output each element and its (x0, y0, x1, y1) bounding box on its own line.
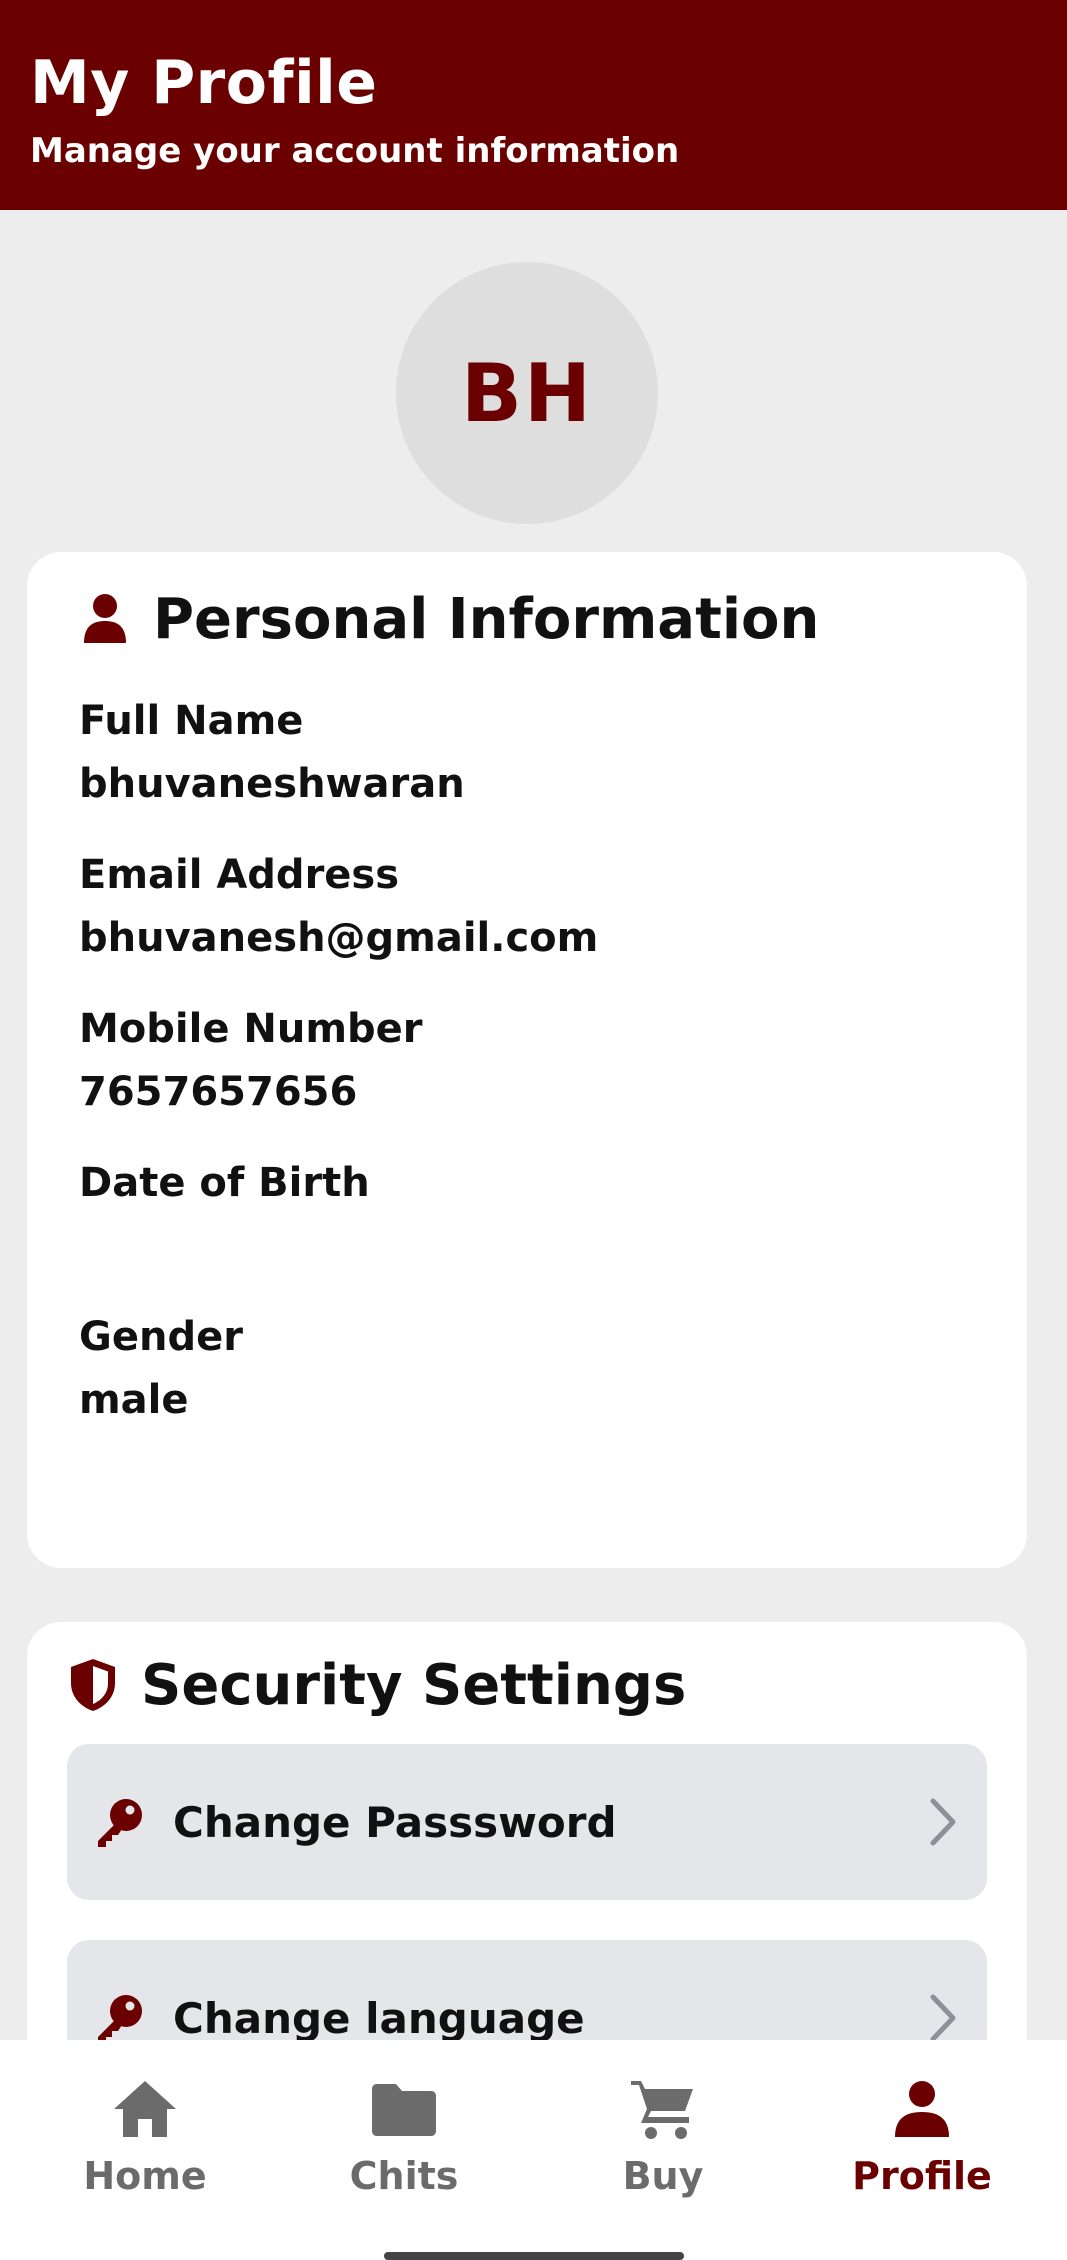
field-value: bhuvanesh@gmail.com (79, 915, 599, 961)
page-title: My Profile (30, 48, 378, 118)
nav-label-profile: Profile (852, 2154, 992, 2198)
field-value: bhuvaneshwaran (79, 761, 465, 807)
home-icon (110, 2074, 180, 2144)
person-icon (887, 2074, 957, 2144)
security-settings-header: Security Settings (67, 1646, 987, 1724)
nav-label-chits: Chits (349, 2154, 459, 2198)
field-label: Date of Birth (79, 1160, 370, 1206)
change-password-label: Change Passsword (173, 1797, 617, 1847)
field-value: male (79, 1377, 189, 1423)
field-email: Email Address bhuvanesh@gmail.com (79, 848, 975, 966)
field-gender: Gender male (79, 1310, 975, 1428)
section-title-personal: Personal Information (153, 586, 820, 652)
change-password-button[interactable]: Change Passsword (67, 1744, 987, 1900)
nav-item-home[interactable]: Home (20, 2074, 270, 2260)
field-value (79, 1218, 975, 1274)
field-label: Gender (79, 1314, 243, 1360)
personal-info-card: Personal Information Full Name bhuvanesh… (27, 552, 1027, 1568)
bottom-navigation: Home Chits Buy Profile (0, 2040, 1067, 2260)
field-dob: Date of Birth (79, 1156, 975, 1274)
profile-screen: My Profile Manage your account informati… (0, 0, 1067, 2260)
nav-label-buy: Buy (622, 2154, 704, 2198)
change-language-label: Change language (173, 1993, 585, 2043)
field-label: Mobile Number (79, 1006, 423, 1052)
key-icon (91, 1794, 147, 1850)
avatar[interactable]: BH (396, 262, 658, 524)
field-mobile: Mobile Number 7657657656 (79, 1002, 975, 1120)
key-icon (91, 1990, 147, 2046)
field-label: Full Name (79, 698, 304, 744)
page-subtitle: Manage your account information (30, 131, 680, 171)
field-value: 7657657656 (79, 1069, 358, 1115)
shield-icon (67, 1657, 119, 1713)
field-full-name: Full Name bhuvaneshwaran (79, 694, 975, 812)
nav-item-chits[interactable]: Chits (279, 2074, 529, 2260)
nav-item-buy[interactable]: Buy (538, 2074, 788, 2260)
home-indicator (384, 2252, 684, 2260)
app-header: My Profile Manage your account informati… (0, 0, 1067, 210)
field-label: Email Address (79, 852, 400, 898)
chevron-right-icon (923, 1794, 963, 1850)
person-icon (79, 591, 131, 647)
folder-icon (369, 2074, 439, 2144)
personal-info-header: Personal Information (79, 580, 975, 658)
section-title-security: Security Settings (141, 1652, 687, 1718)
chevron-right-icon (923, 1990, 963, 2046)
nav-item-profile[interactable]: Profile (797, 2074, 1047, 2260)
nav-label-home: Home (83, 2154, 207, 2198)
cart-icon (628, 2074, 698, 2144)
